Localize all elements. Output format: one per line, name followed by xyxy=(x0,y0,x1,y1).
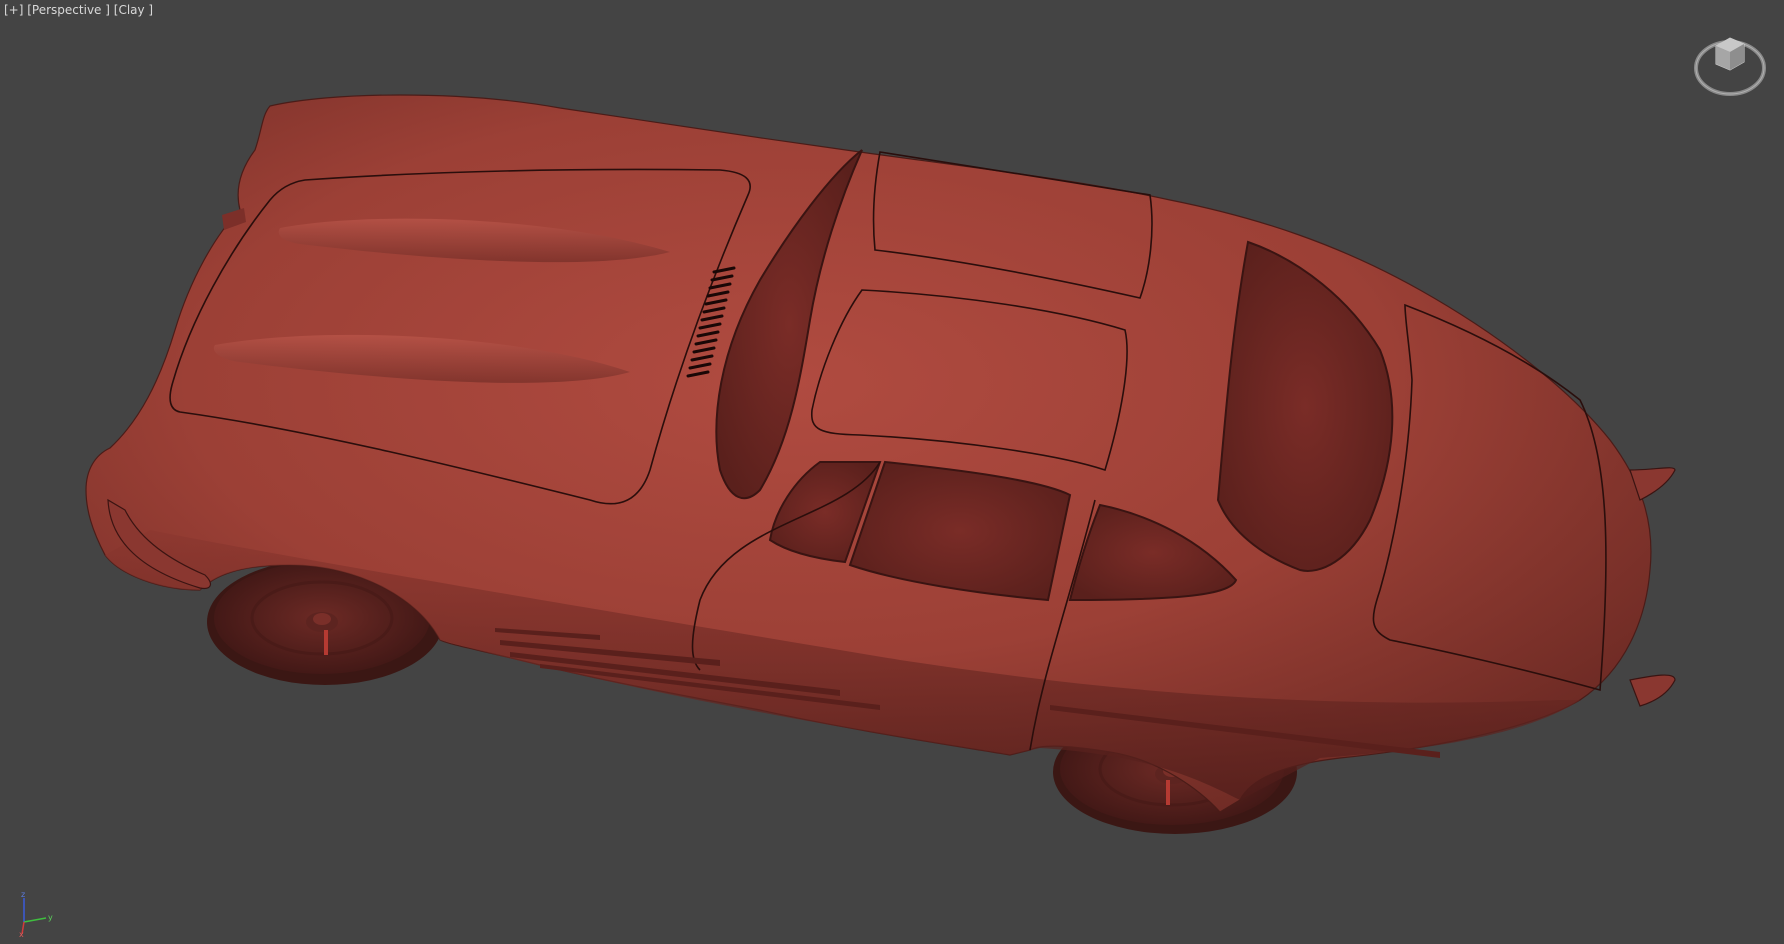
axis-z-label: z xyxy=(21,890,25,899)
axis-tripod-icon: z y x xyxy=(19,890,53,938)
viewcube-icon[interactable] xyxy=(1690,30,1770,100)
car-model[interactable] xyxy=(0,0,1784,944)
axis-y-label: y xyxy=(48,913,53,922)
axis-x-label: x xyxy=(19,930,24,938)
viewport-perspective[interactable]: [+] [Perspective ] [Clay ] z y x xyxy=(0,0,1784,944)
